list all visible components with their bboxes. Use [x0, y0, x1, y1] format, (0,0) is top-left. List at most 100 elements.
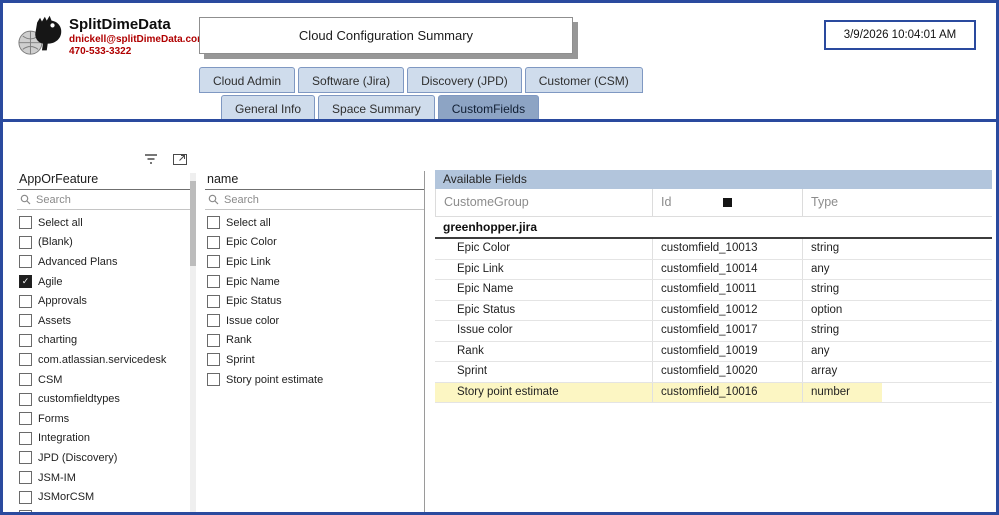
slicer-item-label: JSMorCSM [38, 491, 94, 503]
slicer-item-label: Epic Name [226, 276, 280, 288]
checkbox-jsmorcsm[interactable] [19, 491, 32, 504]
tab-discovery-jpd[interactable]: Discovery (JPD) [407, 67, 522, 93]
table-group-row[interactable]: greenhopper.jira [435, 217, 992, 239]
slicer-item-label: Epic Status [226, 295, 282, 307]
checkbox-lingo[interactable] [19, 510, 32, 515]
slicer-item-epic-color[interactable]: Epic Color [205, 233, 424, 253]
tab-software-jira[interactable]: Software (Jira) [298, 67, 404, 93]
slicer-item-sprint[interactable]: Sprint [205, 350, 424, 370]
table-row-sprint[interactable]: Sprintcustomfield_10020array [435, 362, 992, 383]
checkbox-select-all[interactable] [207, 216, 220, 229]
checkbox-epic-status[interactable] [207, 295, 220, 308]
checkbox-forms[interactable] [19, 412, 32, 425]
checkbox-issue-color[interactable] [207, 314, 220, 327]
slicer-item-lingo[interactable]: Lingo [17, 507, 191, 515]
scrollbar[interactable] [190, 173, 196, 515]
slicer-item-label: charting [38, 334, 77, 346]
slicer-item-jsm-im[interactable]: JSM-IM [17, 468, 191, 488]
company-email: dnickell@splitDimeData.com [69, 34, 206, 46]
slicer-item-rank[interactable]: Rank [205, 331, 424, 351]
column-header-customegroup[interactable]: CustomeGroup [435, 189, 652, 216]
slicer-item-label: customfieldtypes [38, 393, 120, 405]
slicer-item-label: (Blank) [38, 236, 73, 248]
cell-id: customfield_10014 [652, 260, 802, 280]
scrollbar-thumb[interactable] [190, 181, 196, 266]
tab-customfields[interactable]: CustomFields [438, 95, 539, 121]
slicer-item-jsmorcsm[interactable]: JSMorCSM [17, 487, 191, 507]
checkbox-epic-color[interactable] [207, 236, 220, 249]
column-header-type[interactable]: Type [802, 189, 992, 216]
tab-cloud-admin[interactable]: Cloud Admin [199, 67, 295, 93]
slicer-item-advanced-plans[interactable]: Advanced Plans [17, 252, 191, 272]
slicer-item-com-atlassian-servicedesk[interactable]: com.atlassian.servicedesk [17, 350, 191, 370]
checkbox-epic-link[interactable] [207, 255, 220, 268]
table-row-epic-status[interactable]: Epic Statuscustomfield_10012option [435, 301, 992, 322]
cell-name: Epic Link [435, 260, 652, 280]
slicer-item-customfieldtypes[interactable]: customfieldtypes [17, 389, 191, 409]
slicer-item-label: Forms [38, 413, 69, 425]
available-fields-table: Available Fields CustomeGroupIdType gree… [435, 170, 992, 403]
slicer-item-charting[interactable]: charting [17, 331, 191, 351]
slicer-item-list: Select all (Blank) Advanced Plans✓AgileApp… [17, 210, 191, 515]
filter-icon[interactable] [141, 150, 161, 168]
table-row-rank[interactable]: Rankcustomfield_10019any [435, 342, 992, 363]
slicer-item-epic-name[interactable]: Epic Name [205, 272, 424, 292]
slicer-item-integration[interactable]: Integration [17, 429, 191, 449]
cell-id: customfield_10013 [652, 239, 802, 259]
checkbox-csm[interactable] [19, 373, 32, 386]
tab-customer-csm[interactable]: Customer (CSM) [525, 67, 643, 93]
search-input[interactable]: Search [205, 190, 424, 210]
slicer-item-jpd-discovery[interactable]: JPD (Discovery) [17, 448, 191, 468]
checkbox-rank[interactable] [207, 334, 220, 347]
checkbox-jpd-discovery[interactable] [19, 451, 32, 464]
tab-row-2: General InfoSpace SummaryCustomFields [221, 95, 539, 121]
table-row-story-point-estimate[interactable]: Story point estimatecustomfield_10016num… [435, 383, 992, 404]
datetime-display: 3/9/2026 10:04:01 AM [824, 20, 976, 50]
checkbox-epic-name[interactable] [207, 275, 220, 288]
company-info: SplitDimeData dnickell@splitDimeData.com… [69, 16, 206, 58]
slicer-item-blank[interactable]: (Blank) [17, 233, 191, 253]
slicer-item-epic-link[interactable]: Epic Link [205, 252, 424, 272]
slicer-name: name Search Select allEpic ColorEpic Lin… [205, 171, 425, 515]
checkbox-blank[interactable] [19, 236, 32, 249]
focus-mode-icon[interactable] [170, 150, 190, 168]
checkbox-advanced-plans[interactable] [19, 255, 32, 268]
slicer-item-approvals[interactable]: Approvals [17, 291, 191, 311]
slicer-item-assets[interactable]: Assets [17, 311, 191, 331]
checkbox-integration[interactable] [19, 432, 32, 445]
search-input[interactable]: Search [17, 190, 191, 210]
search-placeholder: Search [36, 194, 71, 206]
tab-general-info[interactable]: General Info [221, 95, 315, 121]
slicer-item-label: Select all [38, 217, 83, 229]
company-phone: 470-533-3322 [69, 46, 206, 58]
slicer-item-epic-status[interactable]: Epic Status [205, 291, 424, 311]
slicer-item-csm[interactable]: CSM [17, 370, 191, 390]
slicer-item-issue-color[interactable]: Issue color [205, 311, 424, 331]
checkbox-approvals[interactable] [19, 295, 32, 308]
slicer-item-label: Story point estimate [226, 374, 323, 386]
checkbox-customfieldtypes[interactable] [19, 393, 32, 406]
checkbox-com-atlassian-servicedesk[interactable] [19, 353, 32, 366]
table-row-epic-color[interactable]: Epic Colorcustomfield_10013string [435, 239, 992, 260]
dinosaur-globe-icon [15, 11, 67, 59]
checkbox-story-point-estimate[interactable] [207, 373, 220, 386]
tab-space-summary[interactable]: Space Summary [318, 95, 435, 121]
checkbox-agile[interactable]: ✓ [19, 275, 32, 288]
slicer-item-label: Issue color [226, 315, 279, 327]
checkbox-assets[interactable] [19, 314, 32, 327]
table-row-epic-name[interactable]: Epic Namecustomfield_10011string [435, 280, 992, 301]
slicer-item-agile[interactable]: ✓Agile [17, 272, 191, 292]
checkbox-sprint[interactable] [207, 353, 220, 366]
report-title: Cloud Configuration Summary [199, 17, 573, 54]
slicer-title: name [205, 171, 424, 190]
table-row-epic-link[interactable]: Epic Linkcustomfield_10014any [435, 260, 992, 281]
slicer-item-select-all[interactable]: Select all [205, 213, 424, 233]
slicer-item-list: Select allEpic ColorEpic Link Epic Name Ep… [205, 210, 424, 389]
slicer-item-forms[interactable]: Forms [17, 409, 191, 429]
checkbox-charting[interactable] [19, 334, 32, 347]
slicer-item-story-point-estimate[interactable]: Story point estimate [205, 370, 424, 390]
checkbox-select-all[interactable] [19, 216, 32, 229]
checkbox-jsm-im[interactable] [19, 471, 32, 484]
table-row-issue-color[interactable]: Issue colorcustomfield_10017string [435, 321, 992, 342]
slicer-item-select-all[interactable]: Select all [17, 213, 191, 233]
